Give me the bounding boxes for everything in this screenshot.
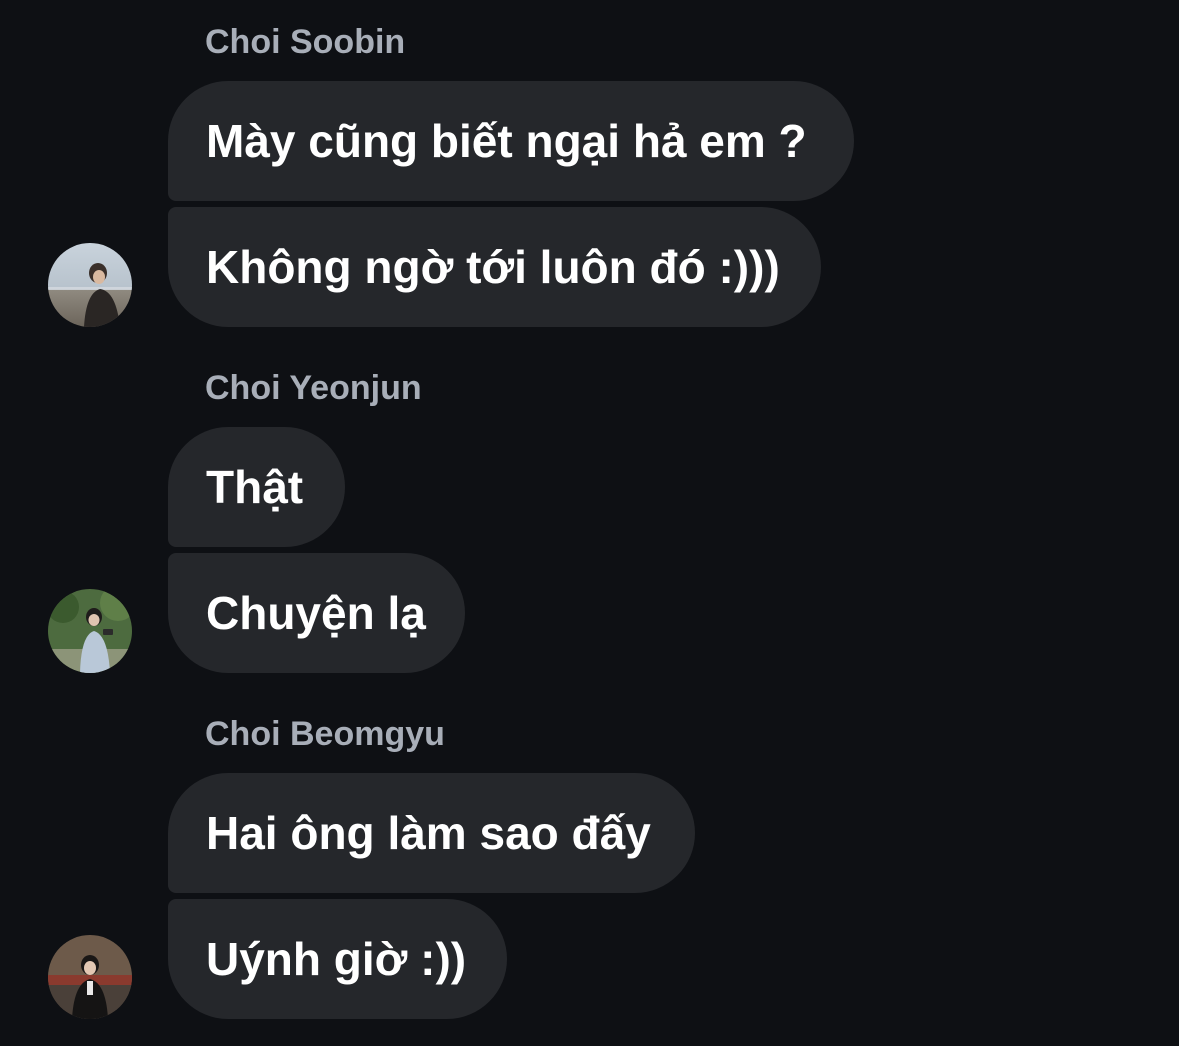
sender-name: Choi Beomgyu: [205, 715, 445, 753]
message-bubble[interactable]: Mày cũng biết ngại hả em ?: [168, 81, 854, 201]
avatar-photo-icon: [48, 243, 132, 327]
avatar[interactable]: [48, 589, 132, 673]
sender-name: Choi Soobin: [205, 23, 406, 61]
avatar-photo-icon: [48, 589, 132, 673]
avatar-photo-icon: [48, 935, 132, 1019]
message-bubble[interactable]: Chuyện lạ: [168, 553, 465, 673]
message-text: Hai ông làm sao đấy: [206, 807, 651, 859]
avatar[interactable]: [48, 935, 132, 1019]
message-bubble[interactable]: Thật: [168, 427, 345, 547]
message-text: Uýnh giờ :)): [206, 933, 467, 985]
message-text: Chuyện lạ: [206, 587, 426, 639]
sender-name: Choi Yeonjun: [205, 369, 422, 407]
message-text: Thật: [206, 461, 304, 513]
message-bubble[interactable]: Không ngờ tới luôn đó :))): [168, 207, 821, 327]
message-text: Không ngờ tới luôn đó :))): [206, 241, 780, 293]
avatar[interactable]: [48, 243, 132, 327]
message-text: Mày cũng biết ngại hả em ?: [206, 115, 807, 167]
message-bubble[interactable]: Uýnh giờ :)): [168, 899, 507, 1019]
message-bubble[interactable]: Hai ông làm sao đấy: [168, 773, 695, 893]
